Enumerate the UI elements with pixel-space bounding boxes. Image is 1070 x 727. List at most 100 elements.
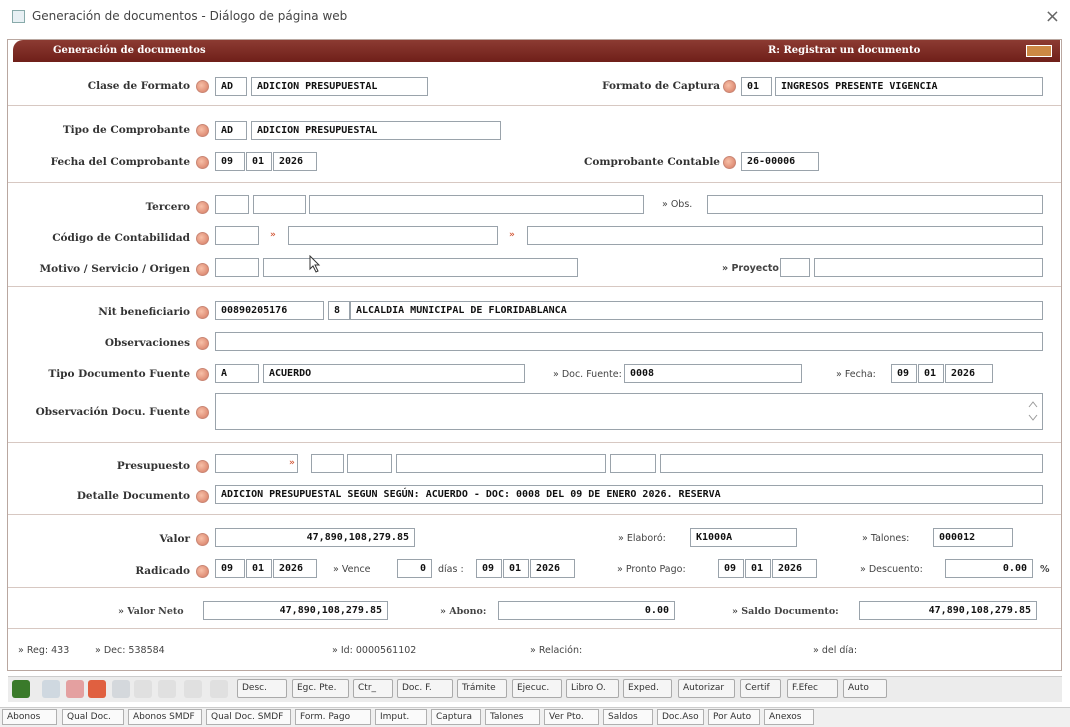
vence-year[interactable]: 2026 xyxy=(530,559,575,578)
lookup-icon[interactable] xyxy=(196,406,209,419)
obs-doc-fuente-textarea[interactable] xyxy=(215,393,1043,430)
talones-field[interactable]: 000012 xyxy=(933,528,1013,547)
doc-fecha-day[interactable]: 09 xyxy=(891,364,917,383)
formato-captura-desc[interactable]: INGRESOS PRESENTE VIGENCIA xyxy=(775,77,1043,96)
delete-icon[interactable] xyxy=(88,680,106,698)
obs-field[interactable] xyxy=(707,195,1043,214)
scroll-arrows-icon[interactable] xyxy=(1028,399,1038,423)
descuento-field[interactable]: 0.00 xyxy=(945,559,1033,578)
toolbar-button[interactable]: Ctr_ xyxy=(353,679,393,698)
toolbar-button[interactable]: Egc. Pte. xyxy=(292,679,349,698)
bottom-tab[interactable]: Abonos xyxy=(2,709,57,725)
vence-field[interactable]: 0 xyxy=(397,559,432,578)
lookup-icon[interactable] xyxy=(196,533,209,546)
bottom-tab[interactable]: Por Auto xyxy=(708,709,760,725)
presupuesto-field-2[interactable] xyxy=(311,454,344,473)
bottom-tab[interactable]: Saldos xyxy=(603,709,653,725)
tipo-comprobante-code[interactable]: AD xyxy=(215,121,247,140)
fecha-year[interactable]: 2026 xyxy=(273,152,317,171)
toolbar-button[interactable]: Trámite xyxy=(457,679,507,698)
tipo-comprobante-desc[interactable]: ADICION PRESUPUESTAL xyxy=(251,121,501,140)
bottom-tab[interactable]: Ver Pto. xyxy=(544,709,599,725)
nit-value[interactable]: 00890205176 xyxy=(215,301,324,320)
nit-dv[interactable]: 8 xyxy=(328,301,350,320)
last-icon[interactable] xyxy=(210,680,228,698)
radicado-month[interactable]: 01 xyxy=(246,559,272,578)
bottom-tab[interactable]: Doc.Aso xyxy=(657,709,704,725)
lookup-icon[interactable] xyxy=(196,201,209,214)
codigo-field-2[interactable] xyxy=(288,226,498,245)
bottom-tab[interactable]: Talones xyxy=(485,709,540,725)
doc-fuente-value[interactable]: 0008 xyxy=(624,364,802,383)
valor-field[interactable]: 47,890,108,279.85 xyxy=(215,528,415,547)
fecha-day[interactable]: 09 xyxy=(215,152,245,171)
toolbar-button[interactable]: Ejecuc. xyxy=(512,679,562,698)
comprobante-contable-value[interactable]: 26-00006 xyxy=(741,152,819,171)
bottom-tab[interactable]: Imput. xyxy=(375,709,427,725)
header-buttons[interactable] xyxy=(1026,45,1052,57)
toolbar-button[interactable]: Desc. xyxy=(237,679,287,698)
tercero-field-1[interactable] xyxy=(215,195,249,214)
tipo-doc-code[interactable]: A xyxy=(215,364,259,383)
codigo-field-1[interactable] xyxy=(215,226,259,245)
close-icon[interactable]: × xyxy=(1045,6,1060,27)
bottom-tab[interactable]: Captura xyxy=(431,709,481,725)
lookup-icon[interactable] xyxy=(196,460,209,473)
bottom-tab[interactable]: Form. Pago xyxy=(295,709,371,725)
tercero-name[interactable] xyxy=(309,195,644,214)
first-icon[interactable] xyxy=(134,680,152,698)
proyecto-field-1[interactable] xyxy=(780,258,810,277)
proyecto-field-2[interactable] xyxy=(814,258,1043,277)
motivo-field-1[interactable] xyxy=(215,258,259,277)
presupuesto-field-5[interactable] xyxy=(610,454,656,473)
vence-month[interactable]: 01 xyxy=(503,559,529,578)
toolbar-button[interactable]: Certif xyxy=(740,679,781,698)
lookup-icon[interactable] xyxy=(196,124,209,137)
doc-fecha-year[interactable]: 2026 xyxy=(945,364,993,383)
presupuesto-field-1[interactable] xyxy=(215,454,298,473)
toolbar-button[interactable]: Auto xyxy=(843,679,887,698)
lookup-icon[interactable] xyxy=(196,80,209,93)
tercero-field-2[interactable] xyxy=(253,195,306,214)
toolbar-button[interactable]: Autorizar xyxy=(678,679,735,698)
nit-name[interactable]: ALCALDIA MUNICIPAL DE FLORIDABLANCA xyxy=(350,301,1043,320)
lookup-icon[interactable] xyxy=(196,263,209,276)
print-icon[interactable] xyxy=(112,680,130,698)
next-icon[interactable] xyxy=(184,680,202,698)
toolbar-button[interactable]: Exped. xyxy=(623,679,672,698)
bottom-tab[interactable]: Qual Doc. xyxy=(62,709,124,725)
abono-field[interactable]: 0.00 xyxy=(498,601,675,620)
add-icon[interactable] xyxy=(12,680,30,698)
presupuesto-field-6[interactable] xyxy=(660,454,1043,473)
tipo-doc-desc[interactable]: ACUERDO xyxy=(263,364,525,383)
radicado-day[interactable]: 09 xyxy=(215,559,245,578)
lookup-icon[interactable] xyxy=(196,306,209,319)
lookup-icon[interactable] xyxy=(723,156,736,169)
lookup-icon[interactable] xyxy=(196,156,209,169)
clase-formato-code[interactable]: AD xyxy=(215,77,247,96)
elaboro-field[interactable]: K1000A xyxy=(690,528,797,547)
lookup-icon[interactable] xyxy=(196,232,209,245)
observaciones-field[interactable] xyxy=(215,332,1043,351)
saldo-field[interactable]: 47,890,108,279.85 xyxy=(859,601,1037,620)
presupuesto-field-3[interactable] xyxy=(347,454,392,473)
formato-captura-code[interactable]: 01 xyxy=(741,77,772,96)
clase-formato-desc[interactable]: ADICION PRESUPUESTAL xyxy=(251,77,428,96)
doc-fecha-month[interactable]: 01 xyxy=(918,364,944,383)
lookup-icon[interactable] xyxy=(196,490,209,503)
valor-neto-field[interactable]: 47,890,108,279.85 xyxy=(203,601,388,620)
lookup-icon[interactable] xyxy=(196,565,209,578)
vence-day[interactable]: 09 xyxy=(476,559,502,578)
pronto-month[interactable]: 01 xyxy=(745,559,771,578)
edit-icon[interactable] xyxy=(66,680,84,698)
radicado-year[interactable]: 2026 xyxy=(273,559,317,578)
prev-icon[interactable] xyxy=(158,680,176,698)
detalle-field[interactable]: ADICION PRESUPUESTAL SEGUN SEGÚN: ACUERD… xyxy=(215,485,1043,504)
search-icon[interactable] xyxy=(42,680,60,698)
fecha-month[interactable]: 01 xyxy=(246,152,272,171)
bottom-tab[interactable]: Abonos SMDF xyxy=(128,709,202,725)
toolbar-button[interactable]: F.Efec xyxy=(787,679,838,698)
codigo-field-3[interactable] xyxy=(527,226,1043,245)
lookup-icon[interactable] xyxy=(196,368,209,381)
pronto-year[interactable]: 2026 xyxy=(772,559,817,578)
